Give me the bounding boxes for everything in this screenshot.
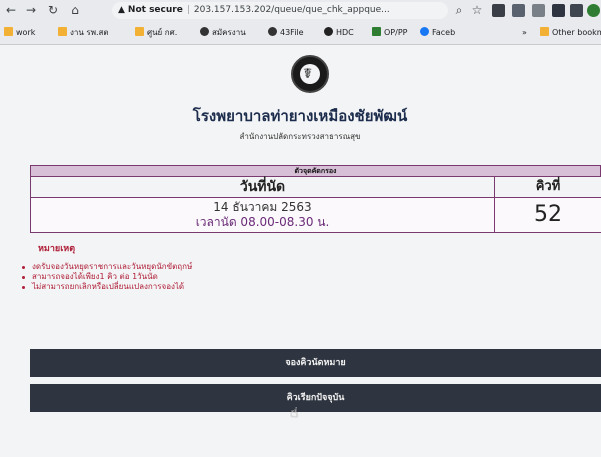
ministry-subtitle: สำนักงานปลัดกระทรวงสาธารณสุข (239, 132, 361, 141)
notes-list: งดรับจองวันหยุดราชการและวันหยุดนักขัตฤกษ… (22, 262, 192, 292)
appointment-time: เวลานัด 08.00-08.30 น. (195, 215, 330, 229)
note-item: งดรับจองวันหยุดราชการและวันหยุดนักขัตฤกษ… (22, 262, 192, 272)
globe-icon (200, 27, 209, 36)
globe-icon (268, 27, 277, 36)
bookmark-item[interactable]: HDC (324, 27, 354, 39)
bookmark-item[interactable]: OP/PP (372, 27, 407, 39)
appointment-date: 14 ธันวาคม 2563 (213, 200, 312, 214)
profile-avatar-icon[interactable] (587, 4, 600, 17)
note-item: สามารถจองได้เพียง1 คิว ต่อ 1วันนัด (22, 272, 192, 282)
date-cell: 14 ธันวาคม 2563 เวลานัด 08.00-08.30 น. (31, 198, 495, 232)
url-text: 203.157.153.202/queue/que_chk_appque... (193, 5, 390, 15)
book-queue-button[interactable]: จองคิวนัดหมาย (30, 349, 601, 377)
bookmark-item[interactable]: สมัครงาน (200, 27, 246, 39)
bookmarks-bar: work งาน รพ.สต ศูนย์ กศ. สมัครงาน 43File… (0, 22, 601, 45)
date-column-header: วันที่นัด (31, 177, 495, 197)
ministry-seal-logo: ☤ (291, 55, 329, 93)
appointment-table: ตัวจุดคัดกรอง วันที่นัด คิวที่ 14 ธันวาค… (30, 165, 601, 233)
security-label: Not secure (127, 5, 183, 15)
zoom-icon[interactable]: ⌕ (452, 3, 466, 17)
puzzle-icon[interactable] (570, 4, 583, 17)
star-icon[interactable]: ☆ (470, 3, 484, 17)
warning-icon: ▲ (118, 5, 125, 15)
table-band: ตัวจุดคัดกรอง (30, 165, 601, 177)
extension-icon[interactable] (532, 4, 545, 17)
bookmark-item[interactable]: work (4, 27, 35, 39)
more-bookmarks-button[interactable]: » (522, 27, 527, 39)
other-bookmarks[interactable]: Other bookma (540, 27, 601, 39)
folder-icon (135, 27, 144, 36)
hospital-title: โรงพยาบาลท่ายางเหมืองชัยพัฒน์ (192, 107, 408, 125)
queue-number: 52 (534, 202, 562, 227)
table-row: 14 ธันวาคม 2563 เวลานัด 08.00-08.30 น. 5… (30, 198, 601, 233)
home-icon[interactable]: ⌂ (68, 3, 82, 17)
reload-icon[interactable]: ↻ (46, 3, 60, 17)
queue-column-header: คิวที่ (535, 179, 561, 194)
extension-icon[interactable] (552, 4, 565, 17)
table-header: วันที่นัด คิวที่ (30, 177, 601, 198)
facebook-icon (420, 27, 429, 36)
bookmark-item[interactable]: ศูนย์ กศ. (135, 27, 177, 39)
globe-icon (324, 27, 333, 36)
note-item: ไม่สามารถยกเลิกหรือเปลี่ยนแปลงการจองได้ (22, 282, 192, 292)
extension-icon[interactable] (512, 4, 525, 17)
hand-cursor-icon: ☝ (290, 405, 299, 421)
address-bar[interactable]: ▲ Not secure | 203.157.153.202/queue/que_ch… (112, 2, 448, 19)
bookmark-item[interactable]: งาน รพ.สต (58, 27, 109, 39)
browser-toolbar: ← → ↻ ⌂ ▲ Not secure | 203.157.153.202/queu… (0, 0, 601, 22)
extension-icon[interactable] (492, 4, 505, 17)
notes-title: หมายเหตุ (38, 244, 76, 254)
forward-arrow-icon[interactable]: → (24, 3, 38, 17)
bookmark-item[interactable]: 43File (268, 27, 304, 39)
bookmark-item[interactable]: Faceb (420, 27, 455, 39)
back-arrow-icon[interactable]: ← (4, 3, 18, 17)
folder-icon (4, 27, 13, 36)
folder-icon (540, 27, 549, 36)
current-queue-button[interactable]: คิวเรียกปัจจุบัน (30, 384, 601, 412)
site-icon (372, 27, 381, 36)
folder-icon (58, 27, 67, 36)
